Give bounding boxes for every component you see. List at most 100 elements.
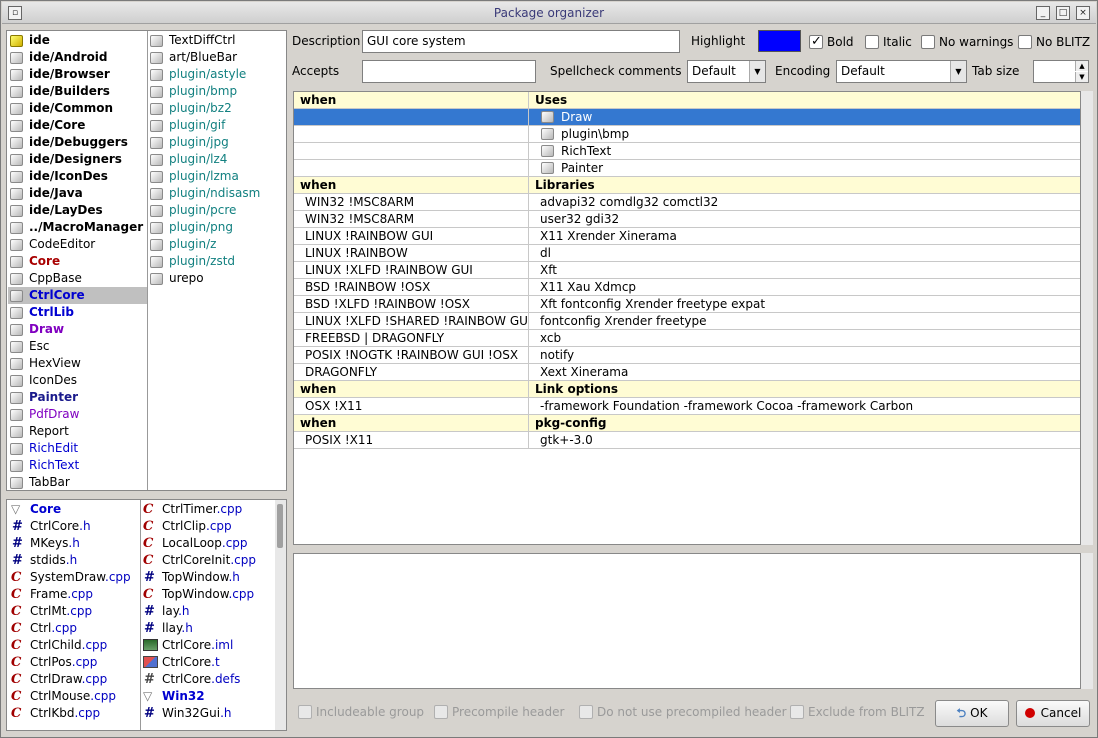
package-item[interactable]: ide	[8, 32, 147, 49]
value-cell[interactable]: notify	[530, 347, 1080, 364]
file-item[interactable]: # MKeys.h	[9, 535, 139, 552]
file-item[interactable]: ▽ Win32	[141, 688, 273, 705]
package-item[interactable]: Esc	[8, 338, 147, 355]
package-item[interactable]: plugin/ndisasm	[148, 185, 286, 202]
file-item[interactable]: C CtrlPos.cpp	[9, 654, 139, 671]
file-item[interactable]: C LocalLoop.cpp	[141, 535, 273, 552]
value-cell[interactable]: Draw	[530, 109, 1080, 126]
exclude-from-blitz-checkbox[interactable]: Exclude from BLITZ	[790, 703, 925, 721]
file-item[interactable]: # TopWindow.h	[141, 569, 273, 586]
when-cell[interactable]: DRAGONFLY	[294, 364, 529, 381]
file-item[interactable]: C TopWindow.cpp	[141, 586, 273, 603]
grid-row[interactable]: DRAGONFLY Xext Xinerama	[294, 364, 1080, 381]
notes-scrollbar[interactable]	[1081, 553, 1093, 689]
package-item[interactable]: ../MacroManager	[8, 219, 147, 236]
no-blitz-checkbox[interactable]: No BLITZ	[1018, 33, 1090, 51]
when-cell[interactable]	[294, 143, 529, 160]
cancel-button[interactable]: Cancel	[1016, 700, 1090, 727]
file-item[interactable]: ▽ Core	[9, 501, 139, 518]
grid-scrollbar[interactable]	[1081, 91, 1093, 545]
value-cell[interactable]: gtk+-3.0	[530, 432, 1080, 449]
package-item[interactable]: Draw	[8, 321, 147, 338]
package-item[interactable]: ide/Core	[8, 117, 147, 134]
package-item[interactable]: ide/Designers	[8, 151, 147, 168]
package-item[interactable]: art/BlueBar	[148, 49, 286, 66]
package-item[interactable]: ide/LayDes	[8, 202, 147, 219]
accepts-field[interactable]	[362, 60, 536, 83]
file-item[interactable]: C CtrlTimer.cpp	[141, 501, 273, 518]
package-item[interactable]: plugin/astyle	[148, 66, 286, 83]
package-item[interactable]: PdfDraw	[8, 406, 147, 423]
minimize-icon[interactable]: _	[1036, 6, 1050, 20]
title-bar[interactable]: Package organizer ▫ _ □ ×	[2, 2, 1096, 24]
value-cell[interactable]: Painter	[530, 160, 1080, 177]
scrollbar-thumb[interactable]	[277, 504, 283, 548]
grid-row[interactable]: WIN32 !MSC8ARM advapi32 comdlg32 comctl32	[294, 194, 1080, 211]
package-item[interactable]: plugin/lzma	[148, 168, 286, 185]
package-item[interactable]: plugin/lz4	[148, 151, 286, 168]
grid-row[interactable]: LINUX !XLFD !SHARED !RAINBOW GU fontconfi…	[294, 313, 1080, 330]
grid-row[interactable]: RichText	[294, 143, 1080, 160]
file-item[interactable]: # CtrlCore.h	[9, 518, 139, 535]
package-item[interactable]: CtrlLib	[8, 304, 147, 321]
grid-row[interactable]: LINUX !XLFD !RAINBOW GUI Xft	[294, 262, 1080, 279]
precompile-header-checkbox[interactable]: Precompile header	[434, 703, 564, 721]
package-item[interactable]: plugin/bz2	[148, 100, 286, 117]
grid-row[interactable]: Painter	[294, 160, 1080, 177]
when-cell[interactable]	[294, 160, 529, 177]
package-item[interactable]: ide/Common	[8, 100, 147, 117]
grid-row[interactable]: LINUX !RAINBOW dl	[294, 245, 1080, 262]
package-item[interactable]: ide/Debuggers	[8, 134, 147, 151]
package-item[interactable]: Painter	[8, 389, 147, 406]
grid-row[interactable]: WIN32 !MSC8ARM user32 gdi32	[294, 211, 1080, 228]
no-warnings-checkbox[interactable]: No warnings	[921, 33, 1013, 51]
package-item[interactable]: TextDiffCtrl	[148, 32, 286, 49]
grid-row[interactable]: POSIX !NOGTK !RAINBOW GUI !OSX notify	[294, 347, 1080, 364]
file-item[interactable]: # lay.h	[141, 603, 273, 620]
grid-row[interactable]: Draw	[294, 109, 1080, 126]
when-cell[interactable]: LINUX !XLFD !RAINBOW GUI	[294, 262, 529, 279]
package-item[interactable]: CodeEditor	[8, 236, 147, 253]
package-item[interactable]: ide/Builders	[8, 83, 147, 100]
bold-checkbox[interactable]: Bold	[809, 33, 854, 51]
value-cell[interactable]: plugin\bmp	[530, 126, 1080, 143]
package-item[interactable]: plugin/zstd	[148, 253, 286, 270]
file-item[interactable]: # CtrlCore.defs	[141, 671, 273, 688]
when-cell[interactable]: WIN32 !MSC8ARM	[294, 194, 529, 211]
grid-row[interactable]: FREEBSD | DRAGONFLY xcb	[294, 330, 1080, 347]
file-item[interactable]: C CtrlChild.cpp	[9, 637, 139, 654]
value-cell[interactable]: advapi32 comdlg32 comctl32	[530, 194, 1080, 211]
value-cell[interactable]: Xft	[530, 262, 1080, 279]
when-cell[interactable]: POSIX !NOGTK !RAINBOW GUI !OSX	[294, 347, 529, 364]
value-cell[interactable]: X11 Xrender Xinerama	[530, 228, 1080, 245]
spin-down-icon[interactable]: ▼	[1075, 72, 1088, 82]
package-item[interactable]: ide/Java	[8, 185, 147, 202]
italic-checkbox[interactable]: Italic	[865, 33, 912, 51]
no-precompiled-header-checkbox[interactable]: Do not use precompiled header	[579, 703, 787, 721]
spin-up-icon[interactable]: ▲	[1075, 61, 1088, 71]
when-cell[interactable]: LINUX !RAINBOW	[294, 245, 529, 262]
close-icon[interactable]: ×	[1076, 6, 1090, 20]
package-item[interactable]: RichText	[8, 457, 147, 474]
file-item[interactable]: C CtrlMt.cpp	[9, 603, 139, 620]
value-cell[interactable]: RichText	[530, 143, 1080, 160]
file-item[interactable]: C CtrlDraw.cpp	[9, 671, 139, 688]
when-cell[interactable]	[294, 109, 529, 126]
package-item[interactable]: Core	[8, 253, 147, 270]
package-item[interactable]: plugin/pcre	[148, 202, 286, 219]
file-list-scrollbar[interactable]	[275, 500, 286, 730]
package-item[interactable]: CppBase	[8, 270, 147, 287]
package-item[interactable]: plugin/z	[148, 236, 286, 253]
maximize-icon[interactable]: □	[1056, 6, 1070, 20]
package-item[interactable]: plugin/gif	[148, 117, 286, 134]
package-item[interactable]: IconDes	[8, 372, 147, 389]
highlight-color-swatch[interactable]	[758, 30, 801, 52]
spellcheck-dropdown[interactable]: Default ▼	[687, 60, 766, 83]
when-cell[interactable]: BSD !XLFD !RAINBOW !OSX	[294, 296, 529, 313]
file-item[interactable]: CtrlCore.t	[141, 654, 273, 671]
file-item[interactable]: C CtrlMouse.cpp	[9, 688, 139, 705]
grid-row[interactable]: BSD !RAINBOW !OSX X11 Xau Xdmcp	[294, 279, 1080, 296]
value-cell[interactable]: fontconfig Xrender freetype	[530, 313, 1080, 330]
file-item[interactable]: C Frame.cpp	[9, 586, 139, 603]
includeable-group-checkbox[interactable]: Includeable group	[298, 703, 424, 721]
